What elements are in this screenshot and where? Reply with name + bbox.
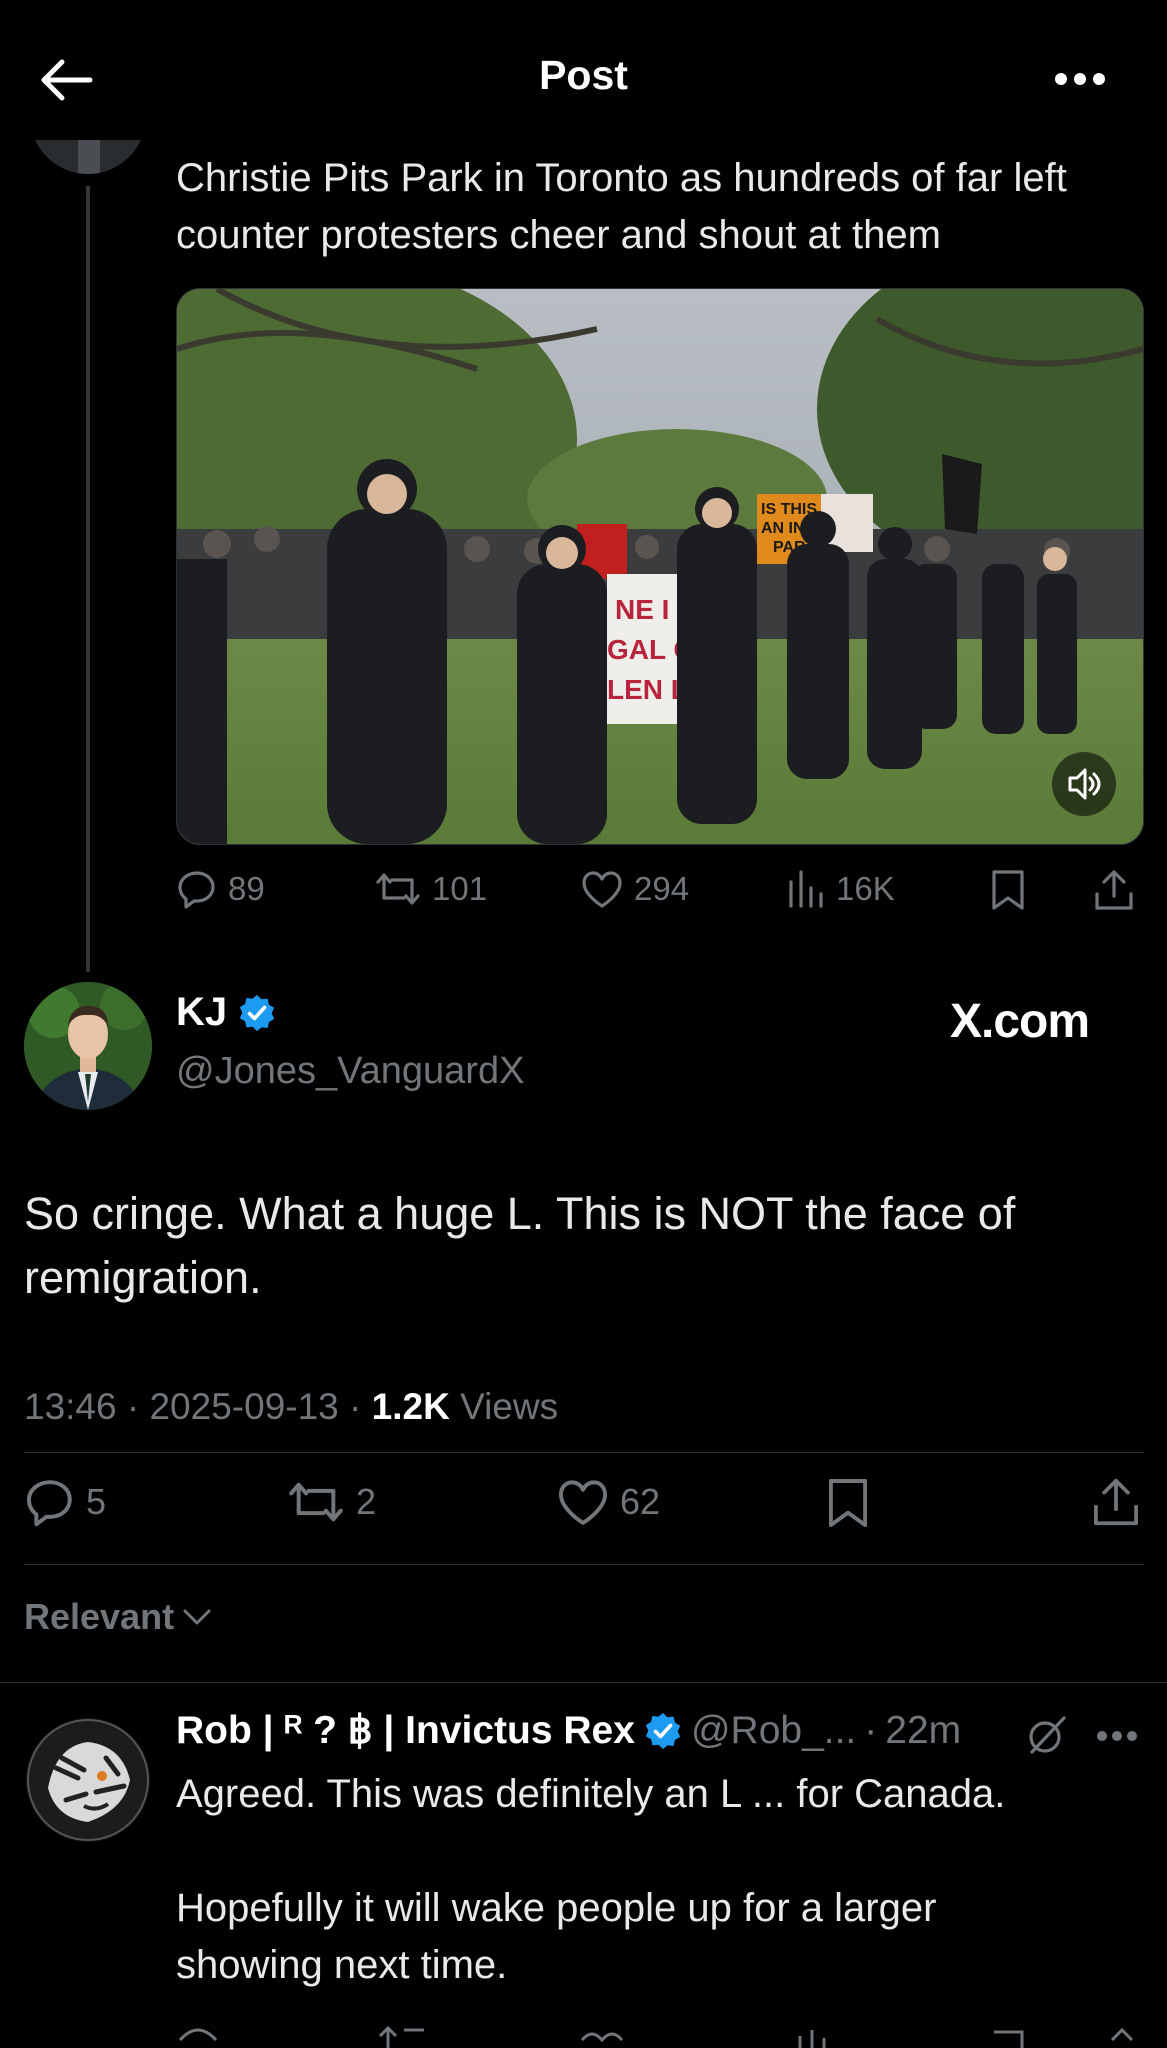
reply-time: 22m	[885, 1708, 962, 1752]
reply-count: 89	[228, 870, 265, 907]
post-text: So cringe. What a huge L. This is NOT th…	[24, 1182, 1144, 1310]
reply-icon	[178, 871, 215, 909]
reply-icon	[26, 1480, 72, 1527]
reply-text: Agreed. This was definitely an L ... for…	[176, 1766, 1136, 1994]
meta-separator: ·	[126, 1386, 140, 1427]
prev-views-button[interactable]: 16K	[786, 868, 895, 910]
prev-bookmark-icon[interactable]	[990, 868, 1026, 912]
prev-share-icon[interactable]	[1092, 868, 1136, 912]
views-count: 1.2K	[371, 1386, 450, 1427]
reply-action-bar	[0, 2010, 1167, 2048]
prev-reply-button[interactable]: 89	[176, 868, 265, 910]
heart-icon	[558, 1480, 608, 1525]
author-handle[interactable]: @Jones_VanguardX	[176, 1050, 524, 1093]
repost-button[interactable]: 2	[286, 1476, 376, 1528]
like-button[interactable]: 62	[556, 1476, 660, 1528]
verified-badge-icon	[645, 1712, 681, 1749]
page-title: Post	[539, 52, 628, 98]
divider	[0, 1682, 1167, 1683]
reply-more-icon[interactable]	[1096, 1730, 1138, 1742]
reply-count: 5	[86, 1481, 107, 1522]
repost-count: 2	[356, 1481, 377, 1522]
repost-count: 101	[432, 870, 488, 907]
post-text-line-2: remigration.	[24, 1252, 262, 1303]
reply-header: Rob | ᴿ ? ฿ | Invictus Rex @Rob_... · 22…	[176, 1708, 961, 1753]
like-count: 294	[634, 870, 690, 907]
reply-avatar[interactable]	[26, 1718, 150, 1842]
prev-like-button[interactable]: 294	[580, 868, 689, 910]
author-avatar[interactable]	[24, 982, 152, 1110]
post-date: 2025-09-13	[149, 1386, 339, 1427]
repost-icon	[289, 1482, 343, 1522]
more-options-icon[interactable]	[1054, 72, 1106, 86]
reply-dot: ·	[864, 1708, 878, 1752]
grok-icon[interactable]	[1026, 1714, 1068, 1756]
author-name[interactable]: KJ	[176, 990, 227, 1035]
svg-text:NE I: NE I	[615, 594, 669, 625]
views-count: 16K	[836, 870, 895, 907]
reply-text-line-3: showing next time.	[176, 1943, 508, 1987]
meta-separator: ·	[349, 1386, 362, 1427]
reply-author-name[interactable]: Rob | ᴿ ? ฿ | Invictus Rex	[176, 1708, 635, 1753]
thread-line	[86, 186, 90, 972]
verified-badge-icon	[239, 994, 275, 1031]
post-video[interactable]: NE I GAL O LEN LAN IS THIS AN INCH PAR	[176, 288, 1144, 845]
reply-button[interactable]: 5	[24, 1476, 106, 1528]
bookmark-icon[interactable]	[826, 1476, 870, 1530]
divider	[24, 1452, 1144, 1453]
share-icon[interactable]	[1090, 1476, 1142, 1528]
post-time: 13:46	[24, 1386, 117, 1427]
post-text-line-1: So cringe. What a huge L. This is NOT th…	[24, 1188, 1016, 1239]
reply-text-line-1: Agreed. This was definitely an L ... for…	[176, 1772, 1006, 1816]
views-icon	[789, 870, 823, 908]
like-count: 62	[620, 1481, 661, 1522]
heart-icon	[582, 871, 622, 908]
repost-icon	[376, 873, 420, 905]
reply-sort-dropdown[interactable]: Relevant	[24, 1596, 212, 1638]
top-bar: Post	[0, 0, 1167, 140]
reply-text-line-2: Hopefully it will wake people up for a l…	[176, 1886, 937, 1930]
post-meta: 13:46 · 2025-09-13 · 1.2K Views	[24, 1386, 558, 1428]
prev-repost-button[interactable]: 101	[374, 868, 487, 910]
reply-sort-label: Relevant	[24, 1596, 175, 1637]
views-label: Views	[460, 1386, 559, 1427]
divider	[24, 1564, 1144, 1565]
source-label: X.com	[950, 995, 1090, 1048]
prev-post-text: Christie Pits Park in Toronto as hundred…	[176, 156, 1067, 257]
chevron-down-icon	[183, 1609, 211, 1625]
reply-handle[interactable]: @Rob_...	[691, 1709, 856, 1753]
